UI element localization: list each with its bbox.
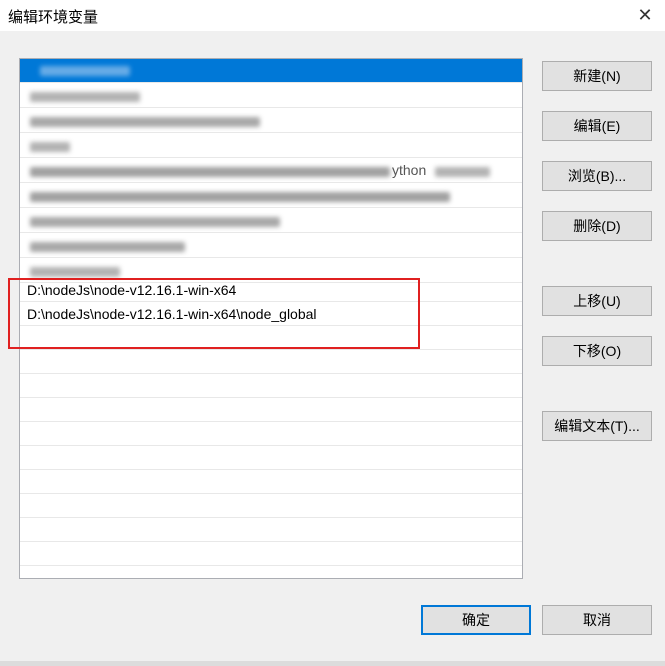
obscured-text bbox=[30, 142, 70, 152]
bottom-edge bbox=[0, 661, 665, 666]
move-up-button[interactable]: 上移(U) bbox=[542, 286, 652, 316]
list-item-empty[interactable] bbox=[20, 398, 522, 422]
edit-button[interactable]: 编辑(E) bbox=[542, 111, 652, 141]
list-item-empty[interactable] bbox=[20, 374, 522, 398]
move-down-button[interactable]: 下移(O) bbox=[542, 336, 652, 366]
list-item[interactable]: ython bbox=[20, 159, 522, 183]
list-item-empty[interactable] bbox=[20, 350, 522, 374]
title-bar: 编辑环境变量 ✕ bbox=[0, 0, 665, 30]
edit-text-button[interactable]: 编辑文本(T)... bbox=[542, 411, 652, 441]
browse-button[interactable]: 浏览(B)... bbox=[542, 161, 652, 191]
obscured-text bbox=[30, 267, 120, 277]
dialog-title: 编辑环境变量 bbox=[8, 9, 99, 26]
ok-button[interactable]: 确定 bbox=[421, 605, 531, 635]
obscured-text bbox=[30, 217, 280, 227]
obscured-text bbox=[40, 66, 130, 76]
annotation-highlight-box bbox=[8, 278, 420, 349]
delete-button[interactable]: 删除(D) bbox=[542, 211, 652, 241]
list-item-empty[interactable] bbox=[20, 518, 522, 542]
list-item-empty[interactable] bbox=[20, 494, 522, 518]
list-item-empty[interactable] bbox=[20, 446, 522, 470]
obscured-text bbox=[30, 192, 450, 202]
list-item[interactable] bbox=[20, 209, 522, 233]
list-item[interactable] bbox=[20, 109, 522, 133]
obscured-text bbox=[30, 167, 390, 177]
close-icon[interactable]: ✕ bbox=[633, 3, 657, 27]
list-item[interactable] bbox=[20, 134, 522, 158]
list-item-empty[interactable] bbox=[20, 422, 522, 446]
list-item-empty[interactable] bbox=[20, 470, 522, 494]
obscured-text bbox=[30, 117, 260, 127]
obscured-text bbox=[30, 92, 140, 102]
list-item-empty[interactable] bbox=[20, 542, 522, 566]
list-item[interactable] bbox=[20, 184, 522, 208]
obscured-text bbox=[30, 242, 185, 252]
cancel-button[interactable]: 取消 bbox=[542, 605, 652, 635]
list-item[interactable] bbox=[20, 234, 522, 258]
obscured-text bbox=[435, 167, 490, 177]
new-button[interactable]: 新建(N) bbox=[542, 61, 652, 91]
partial-path-text: ython bbox=[392, 162, 427, 178]
list-item-selected[interactable] bbox=[20, 59, 522, 83]
list-item[interactable] bbox=[20, 84, 522, 108]
